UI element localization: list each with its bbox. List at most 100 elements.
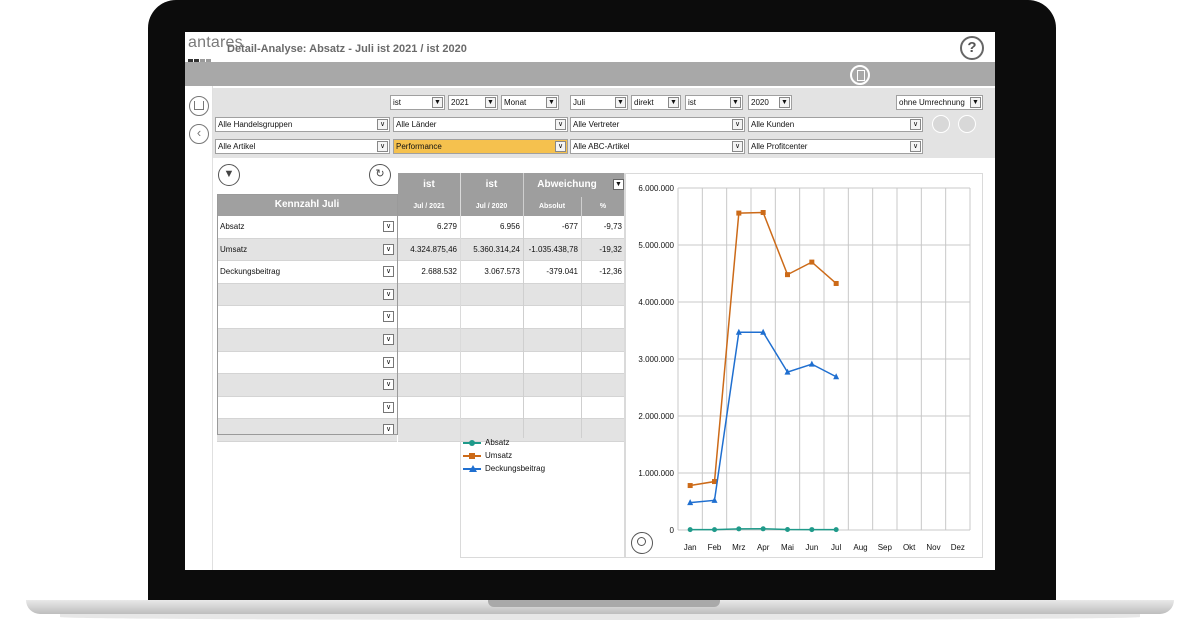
chevron-down-icon[interactable]: ∨ xyxy=(383,333,394,345)
x-tick-label: Feb xyxy=(708,543,722,552)
chevron-down-icon: ▼ xyxy=(546,97,557,108)
x-tick-label: Dez xyxy=(951,543,965,552)
data-point xyxy=(736,526,742,532)
compare-scenario-select[interactable]: ist ▼ xyxy=(685,95,743,110)
series-line-umsatz xyxy=(690,211,837,487)
scenario-select[interactable]: ist ▼ xyxy=(390,95,445,110)
reset-icon[interactable]: ↻ xyxy=(369,164,391,186)
y-tick-label: 6.000.000 xyxy=(638,184,674,193)
table-cell xyxy=(398,352,460,375)
table-cell: 2.688.532 xyxy=(398,261,460,284)
artikel-select[interactable]: Alle Artikel ∨ xyxy=(215,139,390,154)
table-cell xyxy=(398,306,460,329)
year-select[interactable]: 2021 ▼ xyxy=(448,95,498,110)
table-cell xyxy=(398,328,460,352)
abc-artikel-select[interactable]: Alle ABC-Artikel ∨ xyxy=(570,139,745,154)
data-point xyxy=(760,526,766,532)
chart-legend: Absatz Umsatz Deckungsbeitrag xyxy=(461,436,545,475)
chevron-down-icon[interactable]: ∨ xyxy=(383,424,394,436)
data-point xyxy=(736,210,742,216)
legend-marker xyxy=(469,453,475,459)
table-cell: 4.324.875,46 xyxy=(398,238,460,262)
page-title: Detail-Analyse: Absatz - Juli ist 2021 /… xyxy=(227,43,467,55)
chevron-down-icon[interactable]: ∨ xyxy=(383,401,394,413)
x-tick-label: Mrz xyxy=(732,543,745,552)
x-tick-label: Jul xyxy=(831,543,841,552)
legend-label: Absatz xyxy=(485,438,510,447)
compare-year-select[interactable]: 2020 ▼ xyxy=(748,95,792,110)
handelsgruppen-select[interactable]: Alle Handelsgruppen ∨ xyxy=(215,117,390,132)
double-chevron-icon: ∨ xyxy=(732,119,743,130)
table-cell xyxy=(398,397,460,420)
kennzahl-label: Umsatz xyxy=(220,244,248,254)
double-chevron-icon: ∨ xyxy=(910,141,921,152)
kennzahl-row[interactable]: Absatz ∨ xyxy=(217,216,397,239)
chevron-down-icon[interactable]: ∨ xyxy=(383,243,394,255)
document-icon[interactable] xyxy=(850,65,870,85)
period-type-select[interactable]: Monat ▼ xyxy=(501,95,559,110)
y-tick-label: 4.000.000 xyxy=(638,298,674,307)
currency-select[interactable]: ohne Umrechnung ▼ xyxy=(896,95,983,110)
kennzahl-row[interactable]: ∨ xyxy=(217,352,397,375)
zoom-icon[interactable] xyxy=(631,532,653,554)
toolbar xyxy=(185,62,995,86)
performance-select[interactable]: Performance ∨ xyxy=(393,139,568,154)
kennzahl-row[interactable]: Umsatz ∨ xyxy=(217,238,397,262)
table-cell xyxy=(398,374,460,397)
chevron-down-icon[interactable]: ∨ xyxy=(383,356,394,368)
kennzahl-row[interactable]: ∨ xyxy=(217,419,397,442)
col-ist-2021: 6.279 4.324.875,46 2.688.532 xyxy=(398,216,460,442)
filter-icon[interactable]: ▼ xyxy=(218,164,240,186)
values-frame xyxy=(460,173,625,558)
chevron-down-icon[interactable]: ∨ xyxy=(383,311,394,323)
chevron-down-icon[interactable]: ∨ xyxy=(383,221,394,232)
vertreter-select[interactable]: Alle Vertreter ∨ xyxy=(570,117,745,132)
kennzahl-row[interactable]: ∨ xyxy=(217,397,397,420)
x-tick-label: Okt xyxy=(903,543,916,552)
kennzahl-row[interactable]: ∨ xyxy=(217,374,397,397)
laender-select[interactable]: Alle Länder ∨ xyxy=(393,117,568,132)
data-point xyxy=(785,527,790,533)
data-point xyxy=(687,527,693,533)
help-icon[interactable]: ? xyxy=(960,36,984,60)
profitcenter-select[interactable]: Alle Profitcenter ∨ xyxy=(748,139,923,154)
month-select[interactable]: Juli ▼ xyxy=(570,95,628,110)
mode-select[interactable]: direkt ▼ xyxy=(631,95,681,110)
data-point xyxy=(833,280,839,286)
x-tick-label: Nov xyxy=(926,543,940,552)
double-chevron-icon: ∨ xyxy=(555,141,566,152)
kennzahl-row[interactable]: Deckungsbeitrag ∨ xyxy=(217,261,397,284)
data-point xyxy=(760,210,766,216)
chart-frame: 0 1.000.000 2.000.000 3.000.000 4.000.000 5.0… xyxy=(625,173,983,558)
chevron-down-icon: ▼ xyxy=(668,97,679,108)
chevron-down-icon: ▼ xyxy=(730,97,741,108)
left-nav xyxy=(185,86,213,570)
kennzahl-label: Absatz xyxy=(220,222,245,231)
series-line-deckungsbeitrag xyxy=(690,331,837,504)
chevron-down-icon[interactable]: ∨ xyxy=(383,288,394,300)
kennzahl-header: Kennzahl Juli xyxy=(217,194,397,216)
kennzahl-row[interactable]: ∨ xyxy=(217,306,397,329)
data-point xyxy=(687,483,693,489)
chevron-down-icon[interactable]: ∨ xyxy=(383,379,394,391)
legend-item: Absatz xyxy=(461,436,545,449)
laptop-shadow xyxy=(60,614,1140,620)
kennzahl-row[interactable]: ∨ xyxy=(217,328,397,352)
forward-disabled-icon xyxy=(958,115,976,133)
x-tick-label: Jan xyxy=(684,543,697,552)
x-tick-label: Aug xyxy=(853,543,867,552)
home-icon[interactable] xyxy=(189,96,209,116)
y-tick-label: 1.000.000 xyxy=(638,469,674,478)
x-tick-label: Mai xyxy=(781,543,794,552)
chevron-down-icon[interactable]: ∨ xyxy=(383,266,394,278)
kennzahl-list: Absatz ∨ Umsatz ∨ Deckungsbeitrag ∨ ∨ ∨ ∨ ∨ ∨ ∨ ∨ xyxy=(217,216,397,442)
y-tick-label: 5.000.000 xyxy=(638,241,674,250)
app-screen: antares Detail-Analyse: Absatz - Juli is… xyxy=(185,32,995,570)
data-point xyxy=(808,360,815,367)
chevron-down-icon: ▼ xyxy=(432,97,443,108)
back-icon[interactable]: ‹ xyxy=(189,124,209,144)
double-chevron-icon: ∨ xyxy=(377,141,388,152)
kennzahl-row[interactable]: ∨ xyxy=(217,283,397,307)
kunden-select[interactable]: Alle Kunden ∨ xyxy=(748,117,923,132)
double-chevron-icon: ∨ xyxy=(377,119,388,130)
